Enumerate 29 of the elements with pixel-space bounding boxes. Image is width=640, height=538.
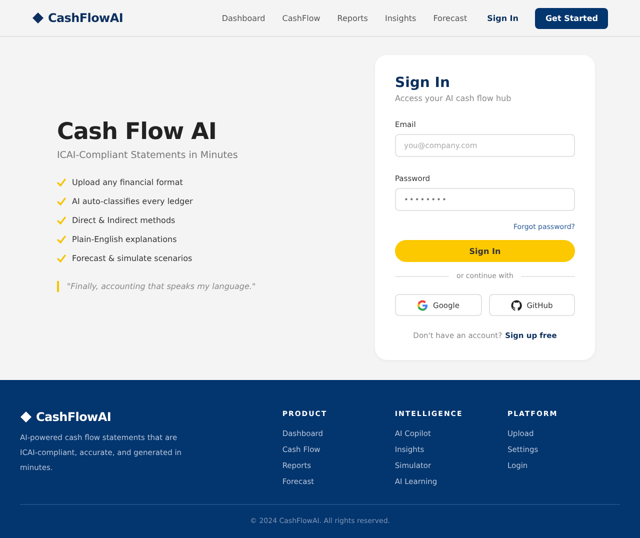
hero-title: Cash Flow AI bbox=[57, 119, 218, 145]
check-icon bbox=[57, 197, 66, 206]
logo: CashFlowAI bbox=[36, 410, 111, 424]
nav-link[interactable]: Insights bbox=[384, 14, 416, 22]
sign-in-button[interactable]: Sign In bbox=[395, 240, 575, 262]
feature-text: Direct & Indirect methods bbox=[72, 216, 176, 225]
card-title: Sign In bbox=[395, 75, 451, 91]
diamond-icon bbox=[20, 411, 32, 423]
check-icon bbox=[57, 216, 66, 225]
nav-link[interactable]: Reports bbox=[337, 14, 368, 22]
nav-link[interactable]: CashFlow bbox=[282, 14, 320, 22]
feature-text: Plain-English explanations bbox=[72, 235, 177, 244]
sign-in-link[interactable]: Sign In bbox=[487, 14, 518, 22]
check-icon bbox=[57, 254, 66, 263]
nav-link[interactable]: Dashboard bbox=[222, 14, 266, 22]
card-subtitle: Access your AI cash flow hub bbox=[395, 94, 512, 103]
hero-subtitle: ICAI-Compliant Statements in Minutes bbox=[57, 150, 239, 161]
check-icon bbox=[57, 235, 66, 244]
google-icon bbox=[417, 300, 428, 310]
get-started-button[interactable]: Get Started bbox=[535, 8, 608, 28]
quote: "Finally, accounting that speaks my language." bbox=[57, 281, 347, 292]
github-icon bbox=[510, 300, 522, 310]
feature-text: AI auto-classifies every ledger bbox=[72, 197, 193, 206]
feature-text: Upload any financial format bbox=[72, 178, 183, 187]
diamond-icon bbox=[32, 12, 44, 24]
check-icon bbox=[57, 178, 66, 187]
logo[interactable]: CashFlowAI bbox=[48, 11, 123, 25]
nav-link[interactable]: Forecast bbox=[433, 14, 468, 22]
feature-text: Forecast & simulate scenarios bbox=[72, 254, 192, 263]
